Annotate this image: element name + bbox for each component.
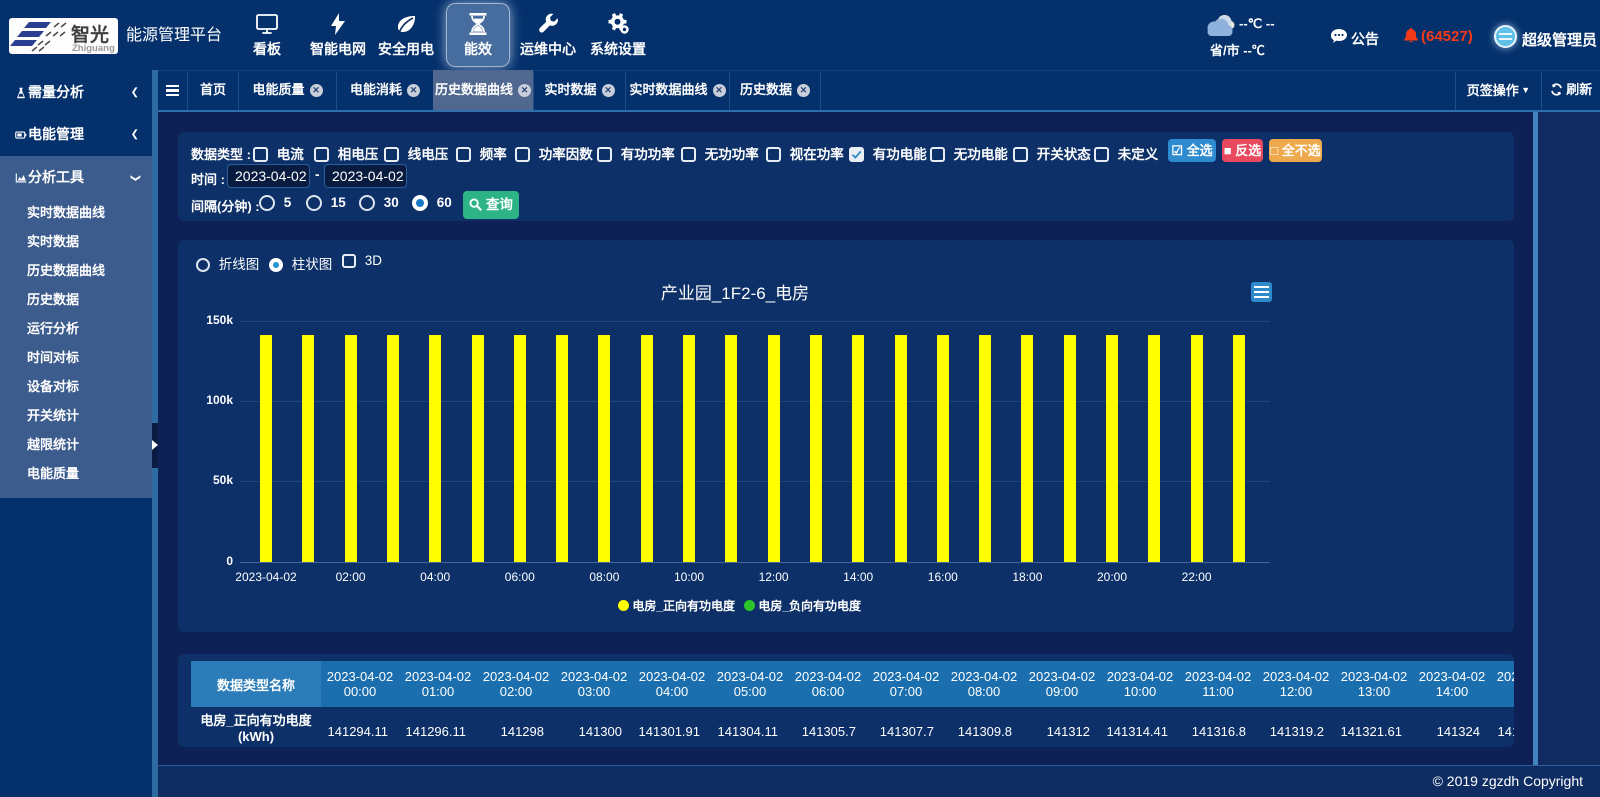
svg-text:Zhiguang: Zhiguang	[72, 43, 115, 54]
